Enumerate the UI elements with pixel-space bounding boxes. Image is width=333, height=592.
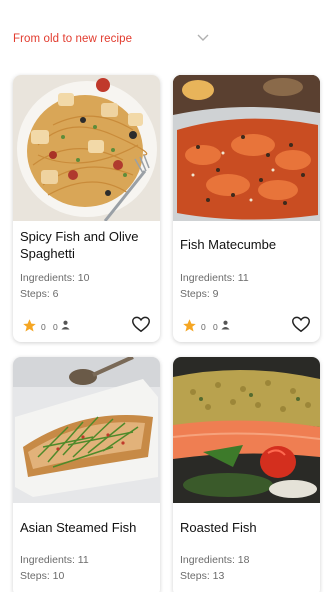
rating-count: 0 — [41, 322, 46, 332]
star-icon[interactable] — [182, 318, 197, 333]
card-footer: 0 0 — [173, 315, 320, 339]
recipe-card[interactable]: Roasted Fish Ingredients: 18 Steps: 13 — [173, 357, 320, 592]
person-icon — [61, 320, 70, 330]
user-count: 0 — [53, 322, 58, 332]
recipe-title: Roasted Fish — [180, 520, 257, 535]
ingredients-count: Ingredients: 10 — [20, 272, 90, 284]
recipe-card[interactable]: Asian Steamed Fish Ingredients: 11 Steps… — [13, 357, 160, 592]
rating-count: 0 — [201, 322, 206, 332]
recipe-image-asian-steamed-fish[interactable] — [13, 357, 160, 503]
heart-icon[interactable] — [132, 316, 150, 333]
steps-count: Steps: 9 — [180, 288, 219, 300]
person-icon — [221, 320, 230, 330]
recipe-card[interactable]: Fish Matecumbe Ingredients: 11 Steps: 9 … — [173, 75, 320, 342]
recipe-title: Asian Steamed Fish — [20, 520, 137, 535]
recipe-title: Spicy Fish and Olive Spaghetti — [20, 229, 139, 261]
sort-order-label[interactable]: From old to new recipe — [13, 33, 132, 45]
steps-count: Steps: 13 — [180, 570, 225, 582]
ingredients-count: Ingredients: 11 — [180, 272, 249, 284]
user-count: 0 — [213, 322, 218, 332]
sort-bar[interactable]: From old to new recipe — [0, 0, 333, 72]
recipe-image-spaghetti[interactable] — [13, 75, 160, 221]
star-icon[interactable] — [22, 318, 37, 333]
chevron-down-icon[interactable] — [196, 30, 210, 44]
recipe-title: Fish Matecumbe — [180, 237, 277, 252]
steps-count: Steps: 10 — [20, 570, 65, 582]
ingredients-count: Ingredients: 18 — [180, 554, 250, 566]
ingredients-count: Ingredients: 11 — [20, 554, 89, 566]
recipe-image-roasted-fish[interactable] — [173, 357, 320, 503]
recipe-image-fish-matecumbe[interactable] — [173, 75, 320, 221]
card-footer: 0 0 — [13, 315, 160, 339]
heart-icon[interactable] — [292, 316, 310, 333]
recipe-card[interactable]: Spicy Fish and Olive Spaghetti Ingredien… — [13, 75, 160, 342]
steps-count: Steps: 6 — [20, 288, 59, 300]
